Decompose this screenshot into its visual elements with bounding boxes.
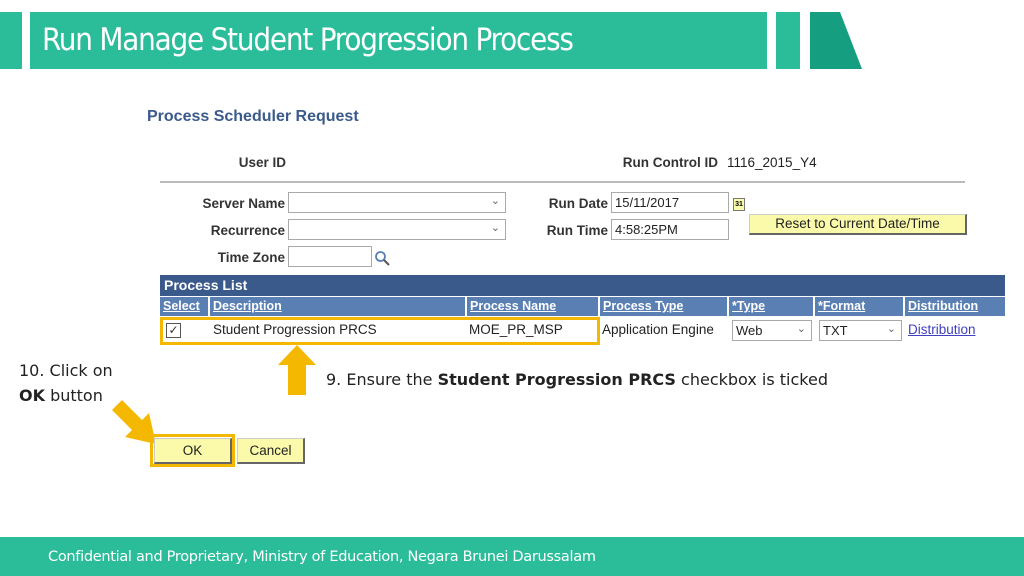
slide-title: Run Manage Student Progression Process — [30, 12, 767, 69]
title-accent-left — [0, 12, 22, 69]
column-type[interactable]: *Type — [729, 297, 815, 316]
server-name-select[interactable]: ⌄ — [288, 192, 506, 213]
type-value: Web — [736, 323, 763, 338]
divider — [160, 181, 965, 183]
title-accent-trapezoid — [810, 12, 862, 69]
server-name-label: Server Name — [202, 196, 285, 211]
form-heading: Process Scheduler Request — [147, 108, 359, 125]
run-control-label: Run Control ID — [622, 155, 718, 170]
format-select[interactable]: TXT ⌄ — [819, 320, 902, 341]
row-process-type: Application Engine — [602, 322, 714, 337]
cancel-button[interactable]: Cancel — [237, 438, 305, 464]
recurrence-label: Recurrence — [210, 223, 285, 238]
chevron-down-icon: ⌄ — [490, 222, 500, 234]
column-process-type[interactable]: Process Type — [600, 297, 729, 316]
run-control-value: 1116_2015_Y4 — [727, 155, 817, 170]
run-date-input[interactable] — [611, 192, 729, 213]
run-time-input[interactable] — [611, 219, 729, 240]
run-time-label: Run Time — [546, 223, 608, 238]
process-list-header: Process List — [160, 275, 1005, 296]
step-9-bold: Student Progression PRCS — [437, 370, 676, 389]
step-9-text: 9. Ensure the — [326, 370, 438, 389]
column-process-name[interactable]: Process Name — [467, 297, 600, 316]
step-9-text-end: checkbox is ticked — [675, 370, 828, 389]
run-date-label: Run Date — [548, 196, 608, 211]
chevron-down-icon: ⌄ — [490, 195, 500, 207]
chevron-down-icon: ⌄ — [886, 323, 896, 335]
title-accent-bar — [776, 12, 800, 69]
step-10-text: 10. Click on — [19, 361, 113, 380]
reset-date-time-button[interactable]: Reset to Current Date/Time — [749, 214, 967, 235]
time-zone-label: Time Zone — [217, 250, 285, 265]
footer-text: Confidential and Proprietary, Ministry o… — [48, 549, 596, 565]
type-select[interactable]: Web ⌄ — [732, 320, 812, 341]
user-id-label: User ID — [238, 155, 286, 170]
format-value: TXT — [823, 323, 848, 338]
row-highlight-box — [160, 317, 600, 345]
column-description[interactable]: Description — [210, 297, 467, 316]
column-select[interactable]: Select — [160, 297, 210, 316]
step-10-text-end: button — [45, 386, 103, 405]
column-format[interactable]: *Format — [815, 297, 905, 316]
ok-highlight-box — [150, 434, 235, 467]
arrow-up-icon — [278, 345, 316, 395]
distribution-link[interactable]: Distribution — [908, 322, 976, 337]
step-10-bold: OK — [19, 386, 45, 405]
calendar-icon[interactable]: 31 — [733, 198, 745, 211]
step-9-note: 9. Ensure the Student Progression PRCS c… — [326, 370, 828, 389]
search-icon[interactable] — [374, 250, 390, 266]
recurrence-select[interactable]: ⌄ — [288, 219, 506, 240]
time-zone-input[interactable] — [288, 246, 372, 267]
column-distribution[interactable]: Distribution — [905, 297, 1005, 316]
chevron-down-icon: ⌄ — [796, 323, 806, 335]
step-10-note: 10. Click on OK button — [19, 358, 113, 408]
